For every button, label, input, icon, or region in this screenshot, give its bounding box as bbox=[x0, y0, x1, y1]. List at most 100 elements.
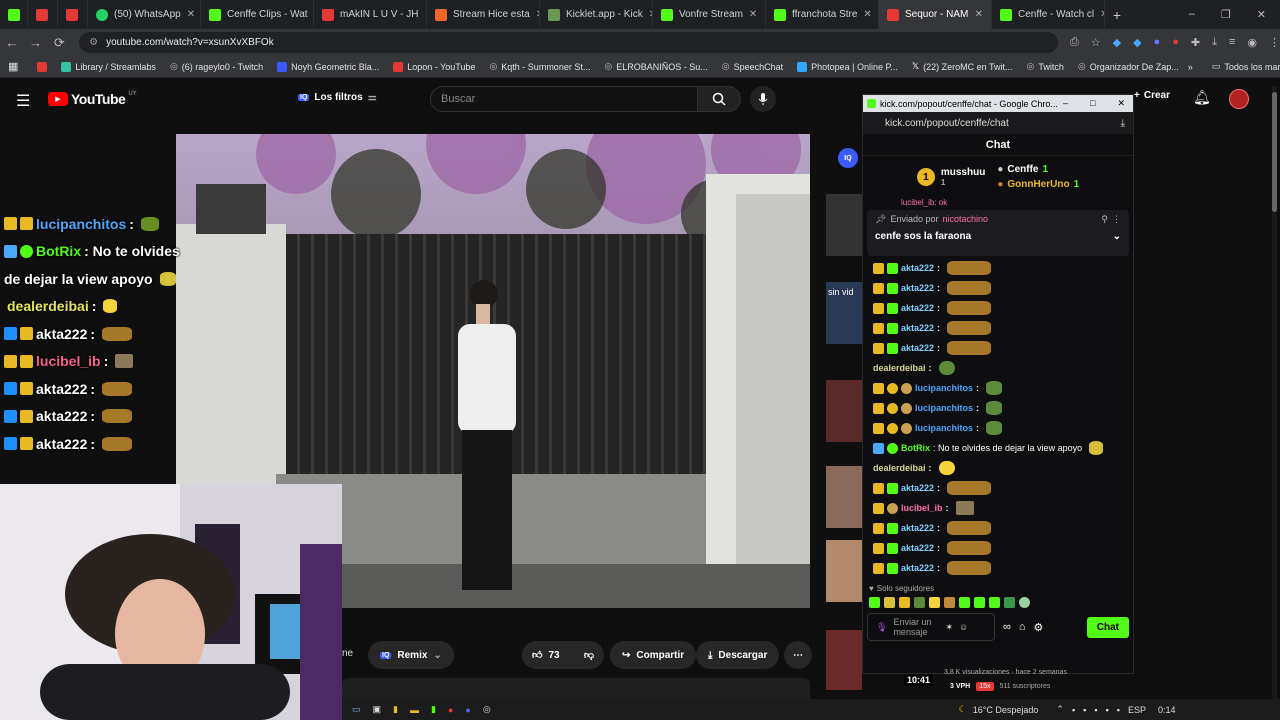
browser-tab[interactable] bbox=[28, 0, 58, 29]
install-icon[interactable]: ⎙ bbox=[1070, 36, 1079, 49]
browser-tab[interactable]: Kicklet.app - Kick✕ bbox=[540, 0, 653, 29]
all-bookmarks[interactable]: ▭Todos los marcadores bbox=[1207, 61, 1280, 72]
emote-icon[interactable] bbox=[929, 597, 940, 608]
chat-username[interactable]: dealerdeibai bbox=[873, 463, 926, 473]
system-clock[interactable]: 0:14 bbox=[1158, 705, 1176, 715]
tray-icon[interactable]: ▪ bbox=[1083, 705, 1086, 715]
chat-username[interactable]: akta222 bbox=[901, 323, 934, 333]
site-info-icon[interactable]: ⚙ bbox=[89, 37, 98, 48]
close-icon[interactable]: ✕ bbox=[975, 9, 983, 20]
browser-tab[interactable] bbox=[58, 0, 88, 29]
bookmark[interactable]: Lopon - YouTube bbox=[388, 61, 480, 72]
pinned-message[interactable]: 📌︎ Enviado por nicotachino ⚲ ⋮ cenfe sos… bbox=[867, 210, 1129, 256]
tray-icon[interactable]: ▪ bbox=[1072, 705, 1075, 715]
microphone-icon[interactable]: 🎙︎ bbox=[876, 622, 887, 633]
chat-username[interactable]: akta222 bbox=[901, 543, 934, 553]
recommended-thumbnail[interactable] bbox=[826, 380, 862, 442]
bookmark[interactable] bbox=[32, 61, 52, 72]
minimize-button[interactable]: – bbox=[1189, 8, 1195, 21]
bookmark[interactable]: ◎ Organizador De Zap... bbox=[1073, 61, 1184, 72]
recommended-thumbnail[interactable] bbox=[826, 630, 862, 690]
popup-url-bar[interactable]: kick.com/popout/cenffe/chat ⤓ bbox=[863, 112, 1133, 134]
recommended-thumbnail[interactable] bbox=[826, 466, 862, 528]
chat-username[interactable]: lucipanchitos bbox=[915, 383, 973, 393]
back-icon[interactable]: ← bbox=[0, 35, 24, 50]
bookmark[interactable]: ◎ Kqth - Summoner St... bbox=[484, 61, 595, 72]
url-field[interactable]: ⚙ youtube.com/watch?v=xsunXvXBFOk bbox=[79, 32, 1058, 53]
weather-text[interactable]: 16°C Despejado bbox=[973, 705, 1039, 715]
folder-icon[interactable]: ▬ bbox=[410, 705, 419, 715]
smile-icon[interactable]: ☺ bbox=[959, 622, 968, 632]
chat-username[interactable]: akta222 bbox=[901, 343, 934, 353]
bookmark[interactable]: 𝕏 (22) ZeroMC en Twit... bbox=[907, 61, 1018, 72]
chrome-icon[interactable]: ● bbox=[448, 705, 453, 715]
bookmark[interactable]: ◎ (6) rageylo0 - Twitch bbox=[165, 61, 268, 72]
chevron-double-icon[interactable]: » bbox=[1188, 62, 1193, 72]
download-button[interactable]: ⤓ Descargar bbox=[696, 641, 780, 669]
recommended-thumbnail[interactable]: sin vid bbox=[826, 282, 862, 344]
extensions-puzzle-icon[interactable]: ✚ bbox=[1191, 36, 1200, 49]
browser-tab[interactable]: Cenffe Clips - Wat✕ bbox=[201, 0, 314, 29]
reading-list-icon[interactable]: ≡ bbox=[1229, 36, 1235, 49]
tray-icon[interactable]: ▪ bbox=[1106, 705, 1109, 715]
share-button[interactable]: ↪ Compartir bbox=[610, 641, 697, 669]
emote-icon[interactable] bbox=[899, 597, 910, 608]
voice-search-button[interactable] bbox=[750, 86, 776, 112]
emote-icon[interactable] bbox=[914, 597, 925, 608]
emote-icon[interactable] bbox=[884, 597, 895, 608]
language-indicator[interactable]: ESP bbox=[1128, 705, 1146, 715]
emote-icon[interactable] bbox=[869, 597, 880, 608]
maximize-button[interactable]: □ bbox=[1090, 98, 1095, 109]
forward-icon[interactable]: → bbox=[24, 35, 48, 50]
browser-tab[interactable]: Vonfre Stream ✕ bbox=[653, 0, 766, 29]
taskbar-app-icon[interactable]: ▭ bbox=[352, 704, 361, 715]
gift-icon[interactable]: ⌂ bbox=[1019, 621, 1026, 633]
browser-tab[interactable]: mAkIN L U V - JH✕ bbox=[314, 0, 427, 29]
description-box[interactable] bbox=[342, 678, 810, 699]
emote-icon[interactable] bbox=[944, 597, 955, 608]
scrollbar-thumb[interactable] bbox=[1272, 92, 1277, 212]
browser-tab[interactable]: Cenffe - Watch cl✕ bbox=[992, 0, 1105, 29]
apps-grid-icon[interactable]: ▦ bbox=[8, 60, 18, 73]
taskbar-app-icon[interactable]: ▮ bbox=[393, 704, 398, 715]
chat-username[interactable]: akta222 bbox=[901, 263, 934, 273]
iq-icon[interactable]: IQ bbox=[838, 148, 858, 168]
browser-tab[interactable]: (50) WhatsApp ✕ bbox=[88, 0, 201, 29]
discord-icon[interactable]: ● bbox=[465, 705, 470, 715]
close-window-button[interactable]: ✕ bbox=[1117, 98, 1125, 109]
chat-username[interactable]: akta222 bbox=[901, 563, 934, 573]
recommended-thumbnail[interactable] bbox=[826, 540, 862, 602]
kick-emote-icon[interactable]: ✶ bbox=[945, 622, 953, 633]
bookmark[interactable]: Noyh Geometric Bla... bbox=[272, 61, 384, 72]
more-actions-button[interactable]: ⋯ bbox=[784, 641, 812, 669]
download-icon[interactable]: ⤓ bbox=[1212, 36, 1217, 49]
chat-username[interactable]: lucipanchitos bbox=[915, 423, 973, 433]
close-window-button[interactable]: ✕ bbox=[1257, 8, 1266, 21]
browser-tab-active[interactable]: Sequor - NAM ✕ bbox=[879, 0, 992, 29]
emote-icon[interactable] bbox=[974, 597, 985, 608]
bookmark[interactable]: ◎ Twitch bbox=[1022, 61, 1069, 72]
search-button[interactable] bbox=[697, 86, 741, 112]
chat-username[interactable]: lucipanchitos bbox=[915, 403, 973, 413]
emote-icon[interactable] bbox=[959, 597, 970, 608]
extension-icon[interactable]: ◆ bbox=[1133, 36, 1141, 49]
chat-input[interactable]: 🎙︎ Enviar un mensaje ✶ ☺ bbox=[867, 613, 995, 641]
minimize-button[interactable]: – bbox=[1063, 98, 1068, 109]
chat-username[interactable]: akta222 bbox=[901, 523, 934, 533]
download-icon[interactable]: ⤓ bbox=[1121, 118, 1133, 129]
close-icon[interactable]: ✕ bbox=[187, 9, 195, 20]
emote-icon[interactable] bbox=[1004, 597, 1015, 608]
extension-icon[interactable]: ● bbox=[1154, 36, 1161, 49]
page-scrollbar[interactable] bbox=[1272, 86, 1277, 700]
youtube-logo[interactable]: ▶ YouTube UY bbox=[48, 91, 137, 107]
close-icon[interactable]: ✕ bbox=[863, 9, 871, 20]
search-input[interactable]: Buscar bbox=[430, 86, 698, 112]
tab-icon-green[interactable] bbox=[0, 0, 28, 29]
chat-username[interactable]: akta222 bbox=[901, 303, 934, 313]
chat-username[interactable]: akta222 bbox=[901, 483, 934, 493]
emote-icon[interactable] bbox=[1019, 597, 1030, 608]
extension-icon[interactable]: ◆ bbox=[1113, 36, 1121, 49]
profile-avatar[interactable]: ◉ bbox=[1247, 36, 1257, 49]
more-vertical-icon[interactable]: ⋮ bbox=[1112, 214, 1121, 225]
bookmark-star-icon[interactable]: ☆ bbox=[1091, 36, 1101, 49]
